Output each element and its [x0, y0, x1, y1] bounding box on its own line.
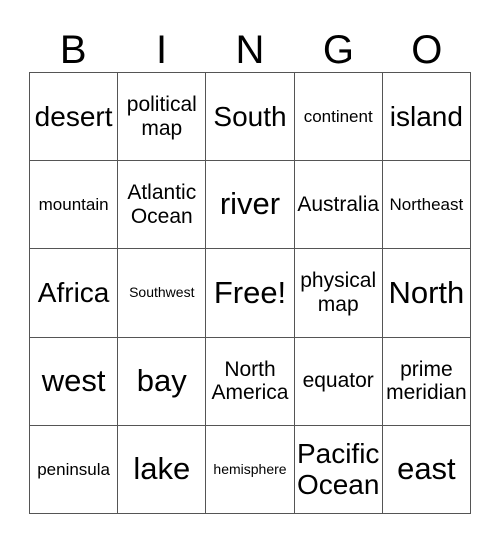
bingo-cell-text: mountain	[38, 195, 109, 215]
bingo-cell-text: Australia	[297, 193, 380, 217]
bingo-cell-text: desert	[34, 100, 113, 132]
bingo-cell[interactable]: river	[206, 161, 295, 250]
bingo-cell-text: political map	[126, 93, 197, 140]
bingo-cell[interactable]: island	[382, 73, 471, 162]
bingo-cell-text: South	[213, 100, 287, 132]
bingo-cell-text: physical map	[300, 269, 377, 316]
bingo-cell-text: prime meridian	[386, 357, 467, 405]
bingo-cell[interactable]: lake	[118, 425, 207, 514]
bingo-cell[interactable]: physical map	[294, 249, 383, 338]
bingo-cell-text: lake	[133, 451, 191, 487]
bingo-cell-text: North America	[211, 357, 289, 405]
bingo-cell[interactable]: hemisphere	[206, 425, 295, 514]
bingo-cell[interactable]: North	[382, 249, 471, 338]
bingo-cell-text: North	[388, 274, 465, 310]
bingo-cell[interactable]: equator	[294, 337, 383, 426]
free-space-cell[interactable]: Free!	[206, 249, 295, 338]
bingo-cell-text: peninsula	[37, 459, 110, 479]
bingo-cell[interactable]: peninsula	[30, 425, 119, 514]
header-letter-i: I	[156, 28, 168, 72]
bingo-cell-text: Northeast	[389, 195, 464, 215]
bingo-cell[interactable]: east	[382, 425, 471, 514]
bingo-cell[interactable]: bay	[118, 337, 207, 426]
header-letter-o: O	[411, 28, 443, 72]
bingo-cell-text: continent	[303, 107, 373, 127]
header-letter-n: N	[235, 28, 265, 72]
bingo-cell-text: Atlantic Ocean	[127, 181, 197, 228]
bingo-cell[interactable]: mountain	[30, 161, 119, 250]
bingo-cell[interactable]: Southwest	[118, 249, 207, 338]
bingo-cell-text: river	[219, 186, 281, 222]
bingo-cell[interactable]: South	[206, 73, 295, 162]
bingo-cell[interactable]: Atlantic Ocean	[118, 161, 207, 250]
bingo-cell-text: Southwest	[129, 284, 195, 301]
bingo-cell[interactable]: Pacific Ocean	[294, 425, 383, 514]
bingo-cell-text: hemisphere	[213, 460, 287, 477]
bingo-cell[interactable]: continent	[294, 73, 383, 162]
bingo-cell[interactable]: Australia	[294, 161, 383, 250]
bingo-cell[interactable]: prime meridian	[382, 337, 471, 426]
bingo-cell-text: Africa	[37, 277, 110, 309]
bingo-cell-text: bay	[136, 362, 187, 398]
bingo-header: B I N G O	[29, 28, 471, 72]
bingo-cell-text: equator	[302, 369, 374, 393]
bingo-cell[interactable]: North America	[206, 337, 295, 426]
bingo-cell[interactable]: political map	[118, 73, 207, 162]
bingo-cell[interactable]: Northeast	[382, 161, 471, 250]
bingo-cell-text: Pacific Ocean	[296, 438, 380, 501]
bingo-cell-text: island	[389, 100, 463, 132]
header-letter-b: B	[59, 28, 87, 72]
bingo-cell-text: west	[41, 362, 106, 398]
bingo-cell[interactable]: Africa	[30, 249, 119, 338]
bingo-cell[interactable]: desert	[30, 73, 119, 162]
bingo-cell-text: east	[397, 451, 456, 487]
bingo-cell-text: Free!	[213, 274, 287, 310]
bingo-card-grid: desert political map South continent island m…	[29, 72, 471, 514]
header-letter-g: G	[322, 28, 354, 72]
bingo-cell[interactable]: west	[30, 337, 119, 426]
